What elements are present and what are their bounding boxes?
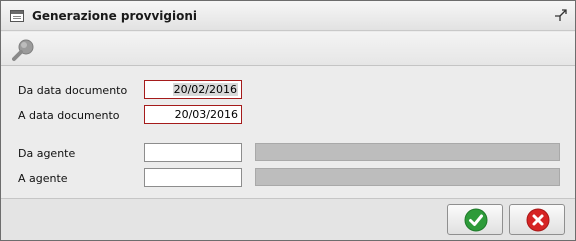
da-agente-field[interactable] [144, 143, 242, 162]
da-agente-label: Da agente [18, 147, 76, 160]
a-data-documento-field[interactable]: 20/03/2016 [144, 105, 242, 124]
restore-window-icon[interactable] [553, 9, 567, 23]
da-data-documento-value: 20/02/2016 [172, 83, 238, 96]
dialog-window: Generazione provvigioni Da data document… [0, 0, 576, 241]
da-data-documento-label: Da data documento [18, 84, 128, 97]
a-agente-field[interactable] [144, 168, 242, 187]
confirm-button[interactable] [447, 204, 503, 235]
a-agente-description [255, 168, 560, 186]
window-icon [10, 10, 24, 22]
window-title: Generazione provvigioni [32, 9, 197, 23]
button-bar [1, 198, 575, 240]
a-agente-label: A agente [18, 172, 68, 185]
toolbar [1, 32, 575, 66]
cancel-button[interactable] [509, 204, 565, 235]
da-agente-description [255, 143, 560, 161]
magnifier-icon[interactable] [12, 38, 36, 62]
check-icon [464, 208, 488, 232]
a-data-documento-label: A data documento [18, 109, 120, 122]
close-icon [526, 208, 550, 232]
da-data-documento-field[interactable]: 20/02/2016 [144, 80, 242, 99]
title-bar[interactable]: Generazione provvigioni [1, 1, 575, 31]
